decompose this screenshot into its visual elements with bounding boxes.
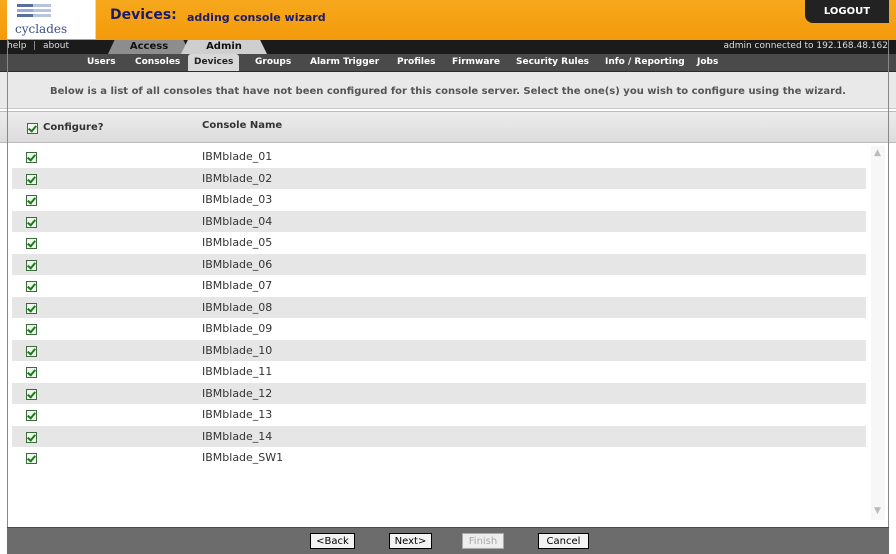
configure-checkbox[interactable] — [26, 388, 37, 400]
console-name: IBMblade_13 — [202, 408, 273, 421]
console-name: IBMblade_09 — [202, 322, 273, 335]
configure-checkbox[interactable] — [26, 453, 37, 464]
help-link[interactable]: help — [7, 41, 26, 51]
configure-checkbox[interactable] — [26, 195, 37, 206]
subnav-users[interactable]: Users — [87, 54, 116, 71]
table-row: IBMblade_11 — [12, 361, 866, 382]
configure-checkbox[interactable] — [26, 431, 37, 443]
app-header: cyclades Devices: adding console wizard … — [0, 0, 896, 41]
page-subtitle: adding console wizard — [187, 11, 326, 24]
configure-checkbox[interactable] — [26, 324, 37, 335]
page-title: Devices: — [110, 7, 177, 23]
configure-checkbox[interactable] — [26, 259, 37, 271]
table-row: IBMblade_04 — [12, 210, 866, 232]
frame-border-right — [888, 40, 889, 527]
configure-checkbox[interactable] — [26, 410, 37, 421]
table-row: IBMblade_02 — [12, 167, 866, 189]
configure-checkbox[interactable] — [26, 281, 37, 292]
subnav-devices[interactable]: Devices — [188, 54, 240, 71]
subnav-groups[interactable]: Groups — [255, 54, 291, 71]
table-row: IBMblade_SW1 — [12, 447, 866, 468]
console-name: IBMblade_01 — [202, 150, 273, 163]
console-name: IBMblade_05 — [202, 236, 273, 249]
subnav-alarm-trigger[interactable]: Alarm Trigger — [310, 54, 379, 71]
subnav-profiles[interactable]: Profiles — [397, 54, 435, 71]
frame-border-left — [7, 40, 8, 527]
configure-checkbox[interactable] — [26, 173, 37, 185]
subnav-jobs[interactable]: Jobs — [697, 54, 718, 71]
configure-checkbox[interactable] — [26, 238, 37, 249]
subnav-consoles[interactable]: Consoles — [135, 54, 180, 71]
subnav-security-rules[interactable]: Security Rules — [516, 54, 589, 71]
configure-checkbox[interactable] — [26, 345, 37, 357]
wizard-footer: <Back Next> Finish Cancel — [7, 527, 889, 554]
console-name: IBMblade_07 — [202, 279, 273, 292]
console-name: IBMblade_11 — [202, 365, 273, 378]
table-row: IBMblade_09 — [12, 318, 866, 339]
next-button[interactable]: Next> — [389, 533, 432, 549]
scroll-down-arrow-icon[interactable]: ▼ — [874, 506, 881, 516]
console-name: IBMblade_12 — [202, 386, 273, 400]
table-row: IBMblade_07 — [12, 275, 866, 296]
table-row: IBMblade_10 — [12, 339, 866, 361]
table-row: IBMblade_03 — [12, 189, 866, 210]
table-row: IBMblade_12 — [12, 382, 866, 404]
link-separator: | — [33, 41, 37, 51]
console-name: IBMblade_04 — [202, 214, 273, 228]
tab-access[interactable]: Access — [108, 40, 190, 54]
logout-button[interactable]: LOGOUT — [805, 0, 889, 23]
finish-button: Finish — [462, 533, 504, 549]
console-name: IBMblade_14 — [202, 429, 273, 443]
table-row: IBMblade_13 — [12, 404, 866, 425]
column-header-console-name: Console Name — [202, 120, 283, 131]
tab-admin[interactable]: Admin — [181, 40, 267, 54]
scroll-up-arrow-icon[interactable]: ▲ — [874, 148, 881, 158]
back-button[interactable]: <Back — [310, 533, 355, 549]
table-row: IBMblade_08 — [12, 296, 866, 318]
configure-checkbox[interactable] — [26, 302, 37, 314]
top-tab-bar: help | about Access Admin admin connecte… — [0, 40, 896, 54]
console-name: IBMblade_SW1 — [202, 451, 284, 464]
sub-navigation: Users Consoles Devices Groups Alarm Trig… — [0, 54, 896, 72]
configure-checkbox[interactable] — [26, 367, 37, 378]
about-link[interactable]: about — [43, 41, 69, 51]
table-row: IBMblade_14 — [12, 425, 866, 447]
table-row: IBMblade_05 — [12, 232, 866, 253]
configure-checkbox[interactable] — [26, 216, 37, 228]
list-scrollbar[interactable]: ▲ ▼ — [871, 146, 885, 520]
console-name: IBMblade_02 — [202, 171, 273, 185]
console-list: IBMblade_01 IBMblade_02 IBMblade_03 IBMblad… — [12, 146, 866, 520]
console-name: IBMblade_08 — [202, 300, 273, 314]
console-name: IBMblade_03 — [202, 193, 273, 206]
column-header-configure: Configure? — [43, 122, 104, 133]
subnav-firmware[interactable]: Firmware — [452, 54, 500, 71]
table-row: IBMblade_01 — [12, 146, 866, 167]
table-header: Configure? Console Name — [0, 111, 896, 143]
instruction-text: Below is a list of all consoles that hav… — [49, 86, 846, 97]
console-name: IBMblade_10 — [202, 343, 273, 357]
connection-status: admin connected to 192.168.48.162 — [723, 41, 888, 51]
brand-name: cyclades — [15, 22, 68, 36]
instruction-banner: Below is a list of all consoles that hav… — [0, 72, 896, 109]
table-row: IBMblade_06 — [12, 253, 866, 275]
select-all-checkbox[interactable] — [27, 123, 38, 134]
cyclades-logo: cyclades — [7, 0, 96, 39]
console-name: IBMblade_06 — [202, 257, 273, 271]
configure-checkbox[interactable] — [26, 152, 37, 163]
subnav-info-reporting[interactable]: Info / Reporting — [605, 54, 685, 71]
cancel-button[interactable]: Cancel — [538, 533, 589, 549]
